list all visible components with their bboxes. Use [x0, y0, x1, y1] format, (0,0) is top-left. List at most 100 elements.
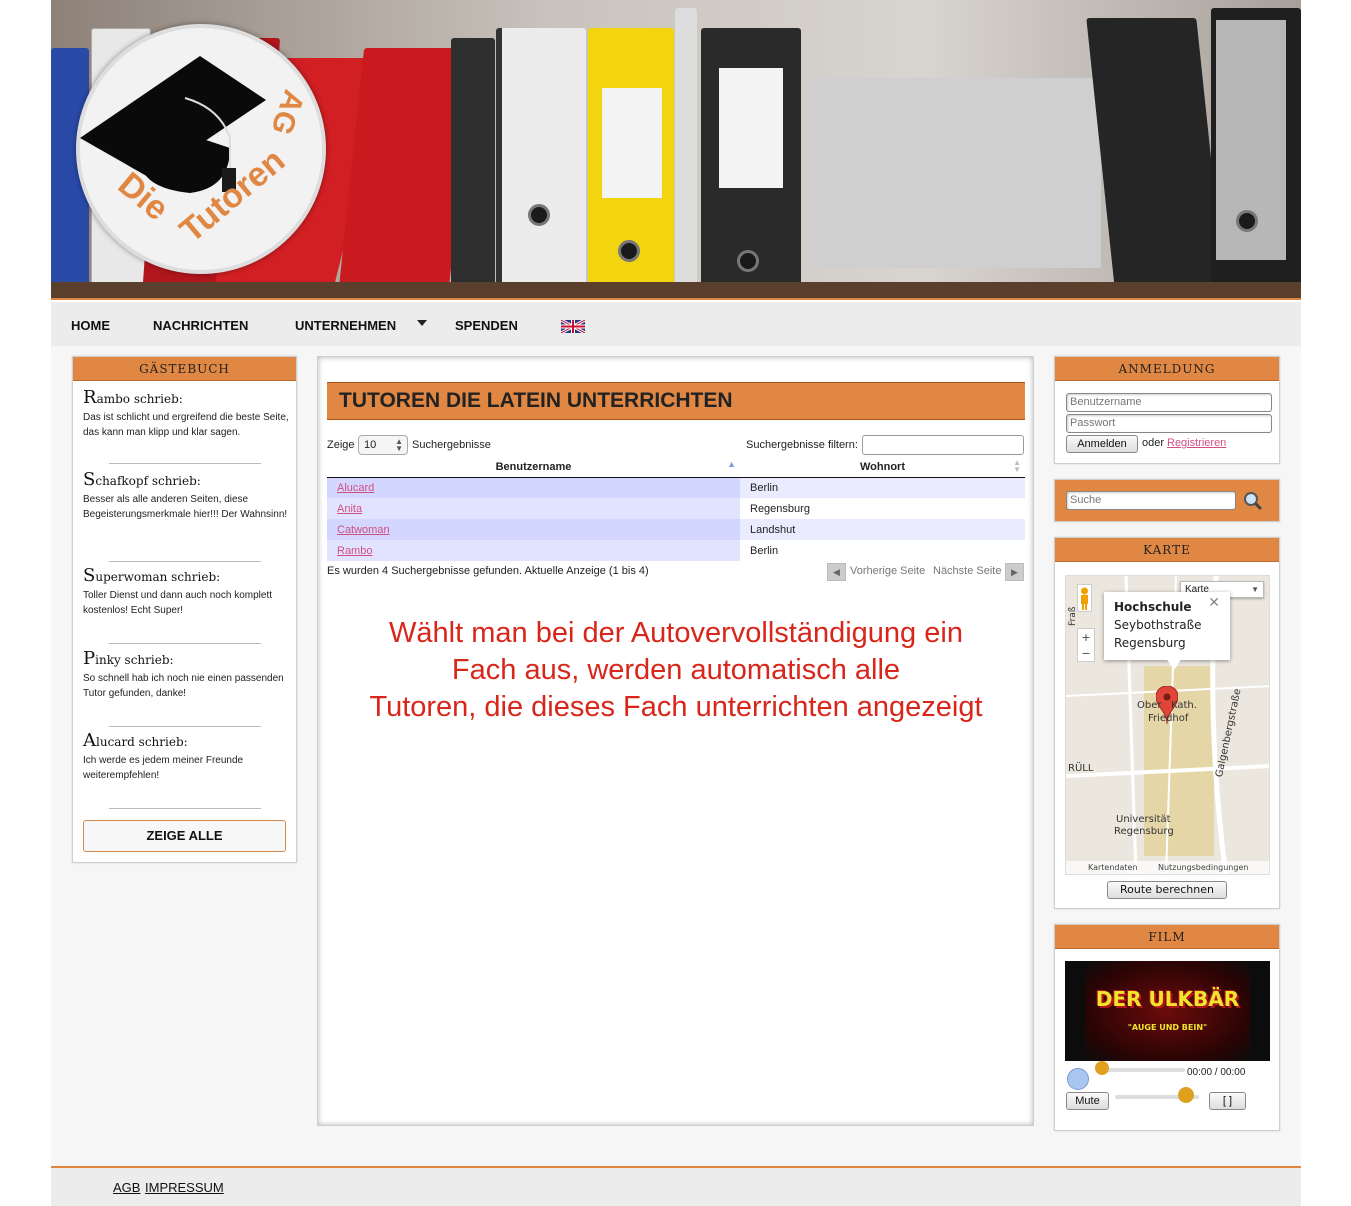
show-all-button[interactable]: ZEIGE ALLE	[83, 820, 286, 852]
login-button[interactable]: Anmelden	[1066, 435, 1138, 453]
chevron-down-icon[interactable]	[417, 320, 427, 326]
video-player[interactable]: DER ULKBÄR "AUGE UND BEIN"	[1065, 961, 1270, 1061]
show-label: Zeige	[327, 439, 355, 451]
main-panel: TUTOREN DIE LATEIN UNTERRICHTEN Zeige 10…	[317, 356, 1034, 1126]
user-link[interactable]: Alucard	[337, 482, 374, 494]
entry-text: Besser als alle anderen Seiten, diese Be…	[83, 494, 288, 520]
route-button[interactable]: Route berechnen	[1107, 881, 1227, 899]
binder-image	[588, 28, 674, 298]
site-logo[interactable]: Die Tutoren AG	[76, 24, 326, 274]
prev-page-link[interactable]: Vorherige Seite	[850, 565, 925, 577]
next-page-icon[interactable]: ▶	[1005, 563, 1024, 581]
binder-label	[1216, 20, 1286, 260]
search-icon[interactable]	[1243, 491, 1263, 514]
guestbook-entry: Schafkopf schrieb: Besser als alle ander…	[83, 469, 291, 522]
play-icon[interactable]	[1067, 1068, 1089, 1090]
search-input[interactable]: Suche	[1066, 491, 1236, 510]
nav-nachrichten[interactable]: NACHRICHTEN	[153, 318, 248, 333]
entry-text: Das ist schlicht und ergreifend die best…	[83, 412, 289, 438]
binder-label	[602, 88, 662, 198]
info-window-tail	[1166, 658, 1182, 670]
city-cell: Berlin	[740, 540, 1025, 561]
entry-initial: A	[83, 730, 96, 751]
prev-page-icon[interactable]: ◀	[827, 563, 846, 581]
column-header-benutzername[interactable]: Benutzername ▲	[327, 457, 740, 478]
main-nav: HOME NACHRICHTEN UNTERNEHMEN SPENDEN	[51, 302, 1301, 346]
password-field[interactable]: Passwort	[1066, 414, 1272, 433]
column-header-wohnort[interactable]: Wohnort ▲ ▼	[740, 457, 1025, 478]
table-row: Alucard Berlin	[327, 477, 1025, 498]
page-footer: AGB IMPRESSUM	[51, 1166, 1301, 1206]
login-title: Anmeldung	[1055, 357, 1279, 381]
mute-button[interactable]: Mute	[1066, 1092, 1109, 1110]
user-link[interactable]: Rambo	[337, 545, 372, 557]
poster-title: DER ULKBÄR	[1095, 987, 1240, 1011]
shelf	[51, 282, 1301, 298]
column-label: Benutzername	[495, 460, 572, 473]
entry-initial: R	[83, 387, 97, 408]
divider	[109, 463, 261, 464]
close-icon[interactable]: ✕	[1208, 594, 1220, 612]
progress-handle[interactable]	[1095, 1061, 1109, 1075]
binder-image	[451, 38, 495, 298]
film-panel: Film DER ULKBÄR "AUGE UND BEIN" 00:00 / …	[1054, 924, 1280, 1131]
entry-text: Ich werde es jedem meiner Freunde weiter…	[83, 755, 244, 781]
note-line: Tutoren, die dieses Fach unterrichten an…	[369, 691, 983, 723]
note-line: Fach aus, werden automatisch alle	[451, 654, 901, 686]
map-panel: Karte Karte ▼ + − Hochschule Seybothstraß…	[1054, 537, 1280, 909]
map-view[interactable]: Karte ▼ + − Hochschule Seybothstraße Rege…	[1065, 575, 1270, 875]
page-title: TUTOREN DIE LATEIN UNTERRICHTEN	[327, 382, 1025, 420]
map-label: Friedhof	[1148, 713, 1189, 724]
nav-home[interactable]: HOME	[71, 318, 110, 333]
entry-text: So schnell hab ich noch nie einen passen…	[83, 673, 284, 699]
entry-author: inky schrieb:	[95, 653, 174, 667]
impressum-link[interactable]: IMPRESSUM	[145, 1180, 224, 1195]
next-page-link[interactable]: Nächste Seite	[933, 565, 1001, 577]
filter-input[interactable]	[862, 435, 1024, 455]
binder-label	[719, 68, 783, 188]
progress-track[interactable]	[1101, 1068, 1185, 1072]
nav-unternehmen[interactable]: UNTERNEHMEN	[295, 318, 396, 333]
agb-link[interactable]: AGB	[113, 1180, 140, 1195]
map-data-link[interactable]: Kartendaten	[1088, 863, 1138, 872]
map-title: Karte	[1055, 538, 1279, 562]
table-row: Catwoman Landshut	[327, 519, 1025, 540]
entry-initial: P	[83, 648, 96, 669]
results-table: Benutzername ▲ Wohnort ▲ ▼ Alucard Berlin…	[327, 457, 1025, 561]
divider	[109, 808, 261, 809]
uk-flag-icon[interactable]	[561, 320, 585, 333]
page-size-select[interactable]: 10 ▲ ▼	[358, 435, 408, 455]
film-title: Film	[1055, 925, 1279, 949]
map-label: Ober	[1137, 700, 1162, 711]
guestbook-panel: Gästebuch Rambo schrieb: Das ist schlich…	[72, 356, 297, 863]
fullscreen-button[interactable]: [ ]	[1209, 1092, 1246, 1110]
terms-link[interactable]: Nutzungsbedingungen	[1158, 863, 1248, 872]
entry-author: uperwoman schrieb:	[95, 570, 221, 584]
zoom-in-icon[interactable]: +	[1082, 629, 1090, 645]
entry-text: Toller Dienst und dann auch noch komplet…	[83, 590, 273, 616]
user-link[interactable]: Anita	[337, 503, 362, 515]
street-view-icon[interactable]	[1077, 584, 1092, 612]
zoom-out-icon[interactable]: −	[1082, 645, 1090, 661]
divider	[109, 643, 261, 644]
header-banner: Die Tutoren AG	[51, 0, 1301, 300]
login-panel: Anmeldung Benutzername Passwort Anmelden…	[1054, 356, 1280, 464]
city-cell: Regensburg	[740, 498, 1025, 519]
zoom-controls[interactable]: + −	[1077, 628, 1095, 662]
city-cell: Berlin	[740, 477, 1025, 498]
or-label: oder	[1142, 437, 1165, 449]
poster-subtitle: "AUGE UND BEIN"	[1127, 1023, 1208, 1032]
sort-asc-icon: ▲	[727, 459, 736, 469]
volume-handle[interactable]	[1178, 1087, 1195, 1103]
guestbook-entry: Superwoman schrieb: Toller Dienst und da…	[83, 565, 291, 618]
guestbook-entry: Pinky schrieb: So schnell hab ich noch n…	[83, 648, 291, 701]
user-link[interactable]: Catwoman	[337, 524, 390, 536]
guestbook-title: Gästebuch	[73, 357, 296, 381]
nav-spenden[interactable]: SPENDEN	[455, 318, 518, 333]
city-cell: Landshut	[740, 519, 1025, 540]
username-field[interactable]: Benutzername	[1066, 393, 1272, 412]
register-link[interactable]: Registrieren	[1167, 437, 1226, 449]
table-row: Anita Regensburg	[327, 498, 1025, 519]
info-city: Regensburg	[1114, 636, 1186, 650]
map-label: Fraß	[1068, 606, 1078, 626]
